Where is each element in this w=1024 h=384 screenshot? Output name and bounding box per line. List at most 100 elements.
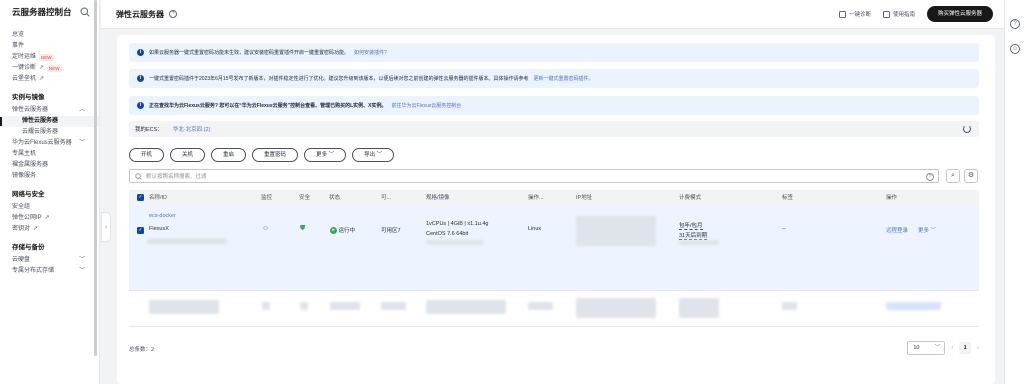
th-tag[interactable]: 标签 bbox=[782, 190, 793, 206]
notice-plugin: i 如果云服务器一键式重置密码功能未生效，建议安装密码重置插件开启一键重置密码功… bbox=[129, 43, 979, 62]
sidebar-item-bms[interactable]: 裸金属服务器 bbox=[0, 160, 99, 171]
sidebar-item-flexus[interactable]: 华为云Flexus云服务器 ﹀ bbox=[0, 138, 99, 149]
th-status[interactable]: 状态 bbox=[329, 190, 340, 206]
remote-login-link[interactable]: 远程登录 bbox=[886, 226, 908, 234]
sidebar-item-security-group[interactable]: 安全组 bbox=[0, 202, 99, 213]
search-button[interactable]: ⌕ bbox=[946, 169, 960, 183]
th-name[interactable]: 名称/ID bbox=[149, 190, 167, 206]
next-page-icon[interactable]: › bbox=[977, 345, 979, 351]
expire-info: 31天后到期 bbox=[679, 233, 708, 240]
sidebar-item-eip[interactable]: 弹性公网IP ↗ bbox=[0, 213, 99, 224]
sidebar-item-diagnose[interactable]: 一键诊断 ↗ NEW bbox=[0, 63, 99, 74]
chevron-left-icon: ‹ bbox=[104, 223, 108, 231]
sidebar-item-bastion[interactable]: 云堡垒机 ↗ bbox=[0, 74, 99, 85]
refresh-icon[interactable] bbox=[963, 125, 971, 133]
sidebar-scrollbar[interactable] bbox=[94, 0, 97, 356]
table-header: ✓ 名称/ID 监控 安全 状态 可... 规格/镜像 操作... IP地址 计… bbox=[129, 190, 979, 206]
instance-type: FlexusX bbox=[149, 226, 169, 232]
table-row[interactable]: ✓ ecs-docker FlexusX ☺ ⛊ ▸ 运行中 可用区7 1vCP… bbox=[129, 206, 979, 291]
notice-link[interactable]: 更新一键式重置密码插件。 bbox=[533, 75, 593, 82]
info-icon: i bbox=[137, 49, 144, 56]
sidebar-item-hecs[interactable]: 云耀云服务器 bbox=[0, 127, 99, 138]
external-link-icon: ↗ bbox=[33, 226, 39, 232]
sidebar-group-ecs[interactable]: 弹性云服务器 ︿ bbox=[0, 105, 99, 116]
help-icon[interactable]: ? bbox=[169, 10, 177, 18]
redacted-cell bbox=[679, 298, 719, 318]
collapse-sidebar-handle[interactable]: ‹ bbox=[101, 212, 111, 242]
search-icon bbox=[135, 172, 142, 180]
prev-page-icon[interactable]: ‹ bbox=[951, 345, 953, 351]
running-status-icon: ▸ bbox=[330, 227, 337, 235]
current-page[interactable]: 1 bbox=[959, 342, 972, 354]
os-value: Linux bbox=[528, 226, 542, 232]
start-button[interactable]: 开机 bbox=[129, 148, 165, 162]
sidebar-item-overview[interactable]: 总览 bbox=[0, 30, 99, 41]
region-link[interactable]: 华北-北京四 (2) bbox=[173, 125, 211, 133]
notice-link[interactable]: 如何安装插件? bbox=[354, 49, 387, 56]
instance-name-link[interactable]: ecs-docker bbox=[149, 213, 176, 219]
ip-redacted bbox=[576, 216, 656, 246]
sidebar-item-dedicated-host[interactable]: 专属主机 bbox=[0, 149, 99, 160]
monitor-icon[interactable]: ☺ bbox=[262, 225, 269, 232]
redacted-cell bbox=[149, 300, 219, 314]
page-size-select[interactable]: 10 ﹀ bbox=[907, 341, 946, 355]
sidebar-item-ims[interactable]: 镜像服务 bbox=[0, 171, 99, 182]
sidebar-item-events[interactable]: 事件 bbox=[0, 41, 99, 52]
redacted-cell bbox=[528, 302, 553, 310]
billing-mode: 包年/包月 bbox=[679, 223, 703, 230]
search-icon[interactable] bbox=[80, 7, 90, 17]
diagnose-link[interactable]: 一键诊断 bbox=[838, 10, 871, 18]
sidebar-item-evs[interactable]: 云硬盘 ﹀ bbox=[0, 255, 99, 266]
buy-ecs-button[interactable]: 购买弹性云服务器 bbox=[926, 6, 993, 22]
redacted-cell bbox=[300, 302, 308, 310]
checkbox-checked[interactable]: ✓ bbox=[137, 194, 144, 202]
notice-flexus: i 正在查找华为云Flexus云服务? 您可以在“华为云Flexus云服务”控制… bbox=[129, 96, 979, 115]
th-ip[interactable]: IP地址 bbox=[576, 190, 592, 206]
gear-icon: ⚙ bbox=[967, 172, 975, 179]
row-checkbox[interactable]: ✓ bbox=[137, 227, 144, 234]
chevron-up-icon: ︿ bbox=[78, 107, 85, 113]
chevron-down-icon: ﹀ bbox=[376, 152, 383, 158]
notice-link[interactable]: 前往华为云Flexus云服务控制台 bbox=[392, 102, 462, 109]
document-icon bbox=[882, 10, 890, 18]
th-az[interactable]: 可... bbox=[381, 190, 391, 206]
sidebar-item-keypair[interactable]: 密钥对 ↗ bbox=[0, 224, 99, 235]
settings-button[interactable]: ⚙ bbox=[964, 169, 978, 183]
section-network: 网络与安全 bbox=[12, 191, 45, 198]
redacted-cell bbox=[381, 302, 406, 310]
export-button[interactable]: 导出 ﹀ bbox=[352, 148, 395, 162]
th-os[interactable]: 操作... bbox=[528, 190, 544, 206]
stop-button[interactable]: 关机 bbox=[170, 148, 206, 162]
action-buttons: 开机 关机 重启 重置密码 更多 ﹀ 导出 ﹀ bbox=[129, 148, 395, 162]
search-help-icon[interactable]: ? bbox=[926, 172, 934, 181]
header-select-all[interactable]: ✓ bbox=[137, 190, 144, 206]
guide-link[interactable]: 使用指南 bbox=[882, 10, 915, 18]
restart-button[interactable]: 重启 bbox=[211, 148, 247, 162]
sidebar-item-dss[interactable]: 专属分布式存储 ﹀ bbox=[0, 266, 99, 277]
th-billing[interactable]: 计费模式 bbox=[679, 190, 701, 206]
status-running: ▸ 运行中 bbox=[330, 226, 355, 235]
sidebar: 云服务器控制台 总览 事件 定时运维 NEW 一键诊断 ↗ NEW 云堡垒机 ↗ 实例与… bbox=[0, 0, 100, 384]
sidebar-item-ecs[interactable]: 弹性云服务器 bbox=[0, 116, 99, 127]
external-link-icon: ↗ bbox=[39, 76, 45, 82]
shield-icon[interactable]: ⛊ bbox=[300, 225, 305, 233]
sidebar-item-scheduled-ops[interactable]: 定时运维 NEW bbox=[0, 52, 99, 63]
search-input[interactable]: 默认按照名称搜索、过滤 ? bbox=[129, 169, 939, 183]
more-ops-dropdown[interactable]: 更多 ﹀ bbox=[918, 226, 936, 234]
search-placeholder: 默认按照名称搜索、过滤 bbox=[146, 174, 207, 180]
more-actions-button[interactable]: 更多 ﹀ bbox=[304, 148, 347, 162]
total-count: 总条数：2 bbox=[129, 347, 155, 353]
redacted-cell bbox=[886, 302, 941, 310]
instance-id-redacted bbox=[147, 238, 227, 244]
sidebar-header: 云服务器控制台 bbox=[0, 0, 99, 24]
reset-password-button[interactable]: 重置密码 bbox=[252, 148, 299, 162]
main-card: i 如果云服务器一键式重置密码功能未生效，建议安装密码重置插件开启一键重置密码功… bbox=[117, 35, 995, 384]
diagnose-icon bbox=[838, 10, 846, 18]
table-row[interactable] bbox=[129, 292, 979, 327]
question-icon[interactable]: ? bbox=[1010, 19, 1020, 29]
page-title: 弹性云服务器 bbox=[116, 9, 164, 19]
smiley-feedback-icon[interactable]: ☺ bbox=[1010, 44, 1020, 54]
tag-value: -- bbox=[782, 226, 786, 232]
th-spec[interactable]: 规格/镜像 bbox=[426, 190, 450, 206]
billing-detail-redacted bbox=[679, 240, 719, 245]
